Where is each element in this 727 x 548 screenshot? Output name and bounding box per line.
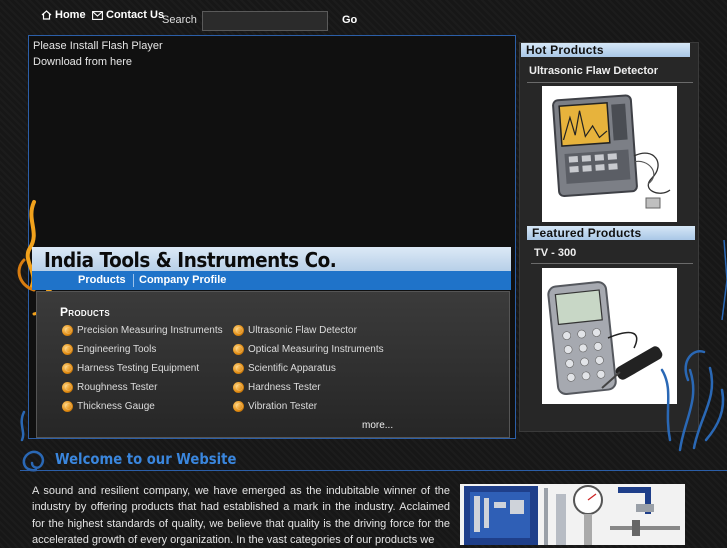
flaw-detector-image[interactable] (542, 86, 677, 222)
product-link-harness-testing[interactable]: Harness Testing Equipment (62, 363, 199, 374)
home-icon (41, 10, 52, 20)
product-link-engineering-tools[interactable]: Engineering Tools (62, 344, 156, 355)
go-button[interactable]: Go (342, 14, 357, 26)
nav-bar: Products Company Profile (32, 271, 511, 290)
bullet-icon (62, 325, 73, 336)
flash-install-text: Please Install Flash Player (33, 40, 163, 52)
contact-label: Contact Us (106, 9, 165, 21)
product-link-vibration-tester[interactable]: Vibration Tester (233, 401, 317, 412)
product-link-scientific-apparatus[interactable]: Scientific Apparatus (233, 363, 336, 374)
bullet-icon (62, 382, 73, 393)
instruments-illustration (460, 484, 685, 545)
flaw-detector-illustration (542, 86, 677, 222)
bullet-icon (233, 401, 244, 412)
product-link-thickness-gauge[interactable]: Thickness Gauge (62, 401, 155, 412)
bullet-icon (233, 363, 244, 374)
product-label: Engineering Tools (77, 344, 157, 355)
welcome-swirl-icon (20, 410, 45, 472)
divider (527, 82, 693, 83)
top-bar: Home Contact Us Search Go (0, 0, 727, 34)
product-label: Vibration Tester (248, 401, 318, 412)
product-link-optical-measuring[interactable]: Optical Measuring Instruments (233, 344, 384, 355)
bullet-icon (233, 382, 244, 393)
products-heading: Products (60, 305, 110, 319)
search-label: Search (162, 14, 197, 26)
product-link-roughness-tester[interactable]: Roughness Tester (62, 382, 157, 393)
product-link-precision-measuring[interactable]: Precision Measuring Instruments (62, 325, 223, 336)
product-label: Precision Measuring Instruments (77, 325, 223, 336)
mail-icon (92, 10, 103, 20)
featured-product-name[interactable]: TV - 300 (534, 247, 576, 259)
flash-download-link[interactable]: Download from here (33, 54, 163, 70)
product-label: Thickness Gauge (77, 401, 155, 412)
product-label: Ultrasonic Flaw Detector (248, 325, 357, 336)
welcome-title: Welcome to our Website (55, 450, 237, 468)
featured-products-heading: Featured Products (527, 226, 695, 240)
contact-link[interactable]: Contact Us (92, 9, 164, 21)
company-name: India Tools & Instruments Co. (44, 248, 337, 272)
bullet-icon (233, 325, 244, 336)
banner-title-bar: India Tools & Instruments Co. (32, 247, 511, 272)
nav-separator (133, 274, 134, 287)
nav-products[interactable]: Products (78, 274, 126, 286)
tv300-illustration (542, 268, 677, 404)
bullet-icon (62, 344, 73, 355)
product-label: Roughness Tester (77, 382, 158, 393)
nav-company-profile[interactable]: Company Profile (139, 274, 226, 286)
hot-product-name[interactable]: Ultrasonic Flaw Detector (529, 65, 658, 77)
bullet-icon (62, 401, 73, 412)
home-label: Home (55, 9, 86, 21)
welcome-text: A sound and resilient company, we have e… (32, 485, 450, 546)
product-label: Hardness Tester (248, 382, 321, 393)
bullet-icon (233, 344, 244, 355)
search-input[interactable] (202, 11, 328, 31)
tv300-image[interactable] (542, 268, 677, 404)
instruments-image (460, 484, 685, 545)
more-link[interactable]: more... (362, 420, 393, 431)
bullet-icon (62, 363, 73, 374)
flash-notice: Please Install Flash Player Download fro… (33, 38, 163, 70)
hot-products-heading: Hot Products (521, 43, 690, 57)
product-label: Harness Testing Equipment (77, 363, 200, 374)
home-link[interactable]: Home (41, 9, 86, 21)
product-link-ultrasonic-flaw[interactable]: Ultrasonic Flaw Detector (233, 325, 357, 336)
product-link-hardness-tester[interactable]: Hardness Tester (233, 382, 321, 393)
flourish-decoration (660, 240, 727, 452)
product-label: Optical Measuring Instruments (248, 344, 384, 355)
welcome-divider (20, 470, 727, 471)
product-label: Scientific Apparatus (248, 363, 336, 374)
